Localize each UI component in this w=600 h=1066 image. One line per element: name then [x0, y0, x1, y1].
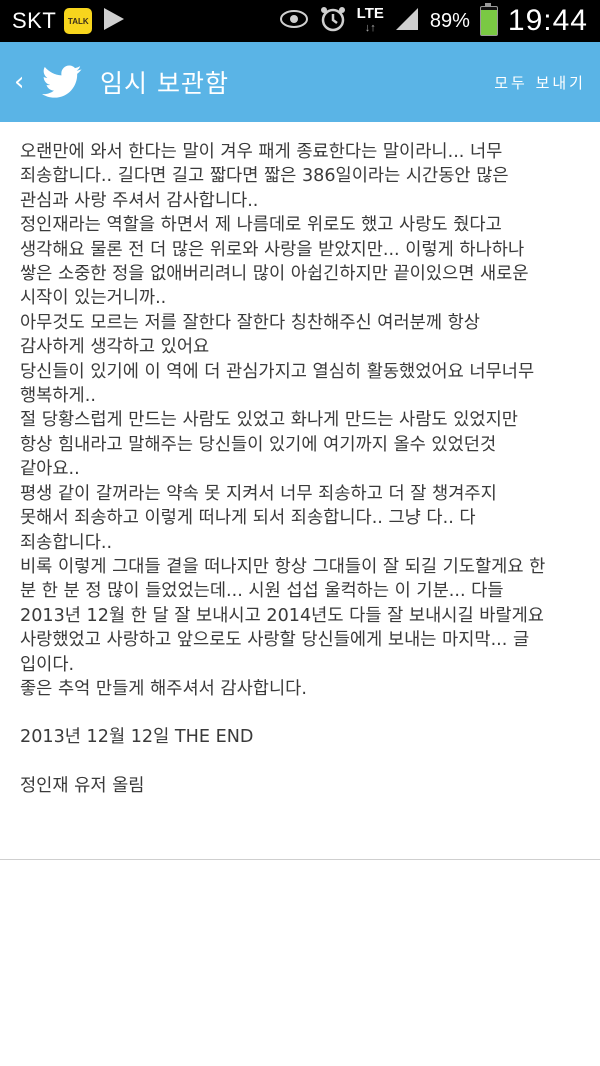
draft-message: 오랜만에 와서 한다는 말이 겨우 패게 종료한다는 말이라니... 너무죄송합… [0, 122, 600, 798]
message-line: 죄송합니다.. 길다면 길고 짧다면 짧은 386일이라는 시간동안 많은 [20, 166, 509, 187]
kakaotalk-icon: TALK [64, 8, 93, 34]
message-line: 생각해요 물론 전 더 많은 위로와 사랑을 받았지만... 이렇게 하나하나 [20, 239, 525, 260]
play-icon [100, 6, 126, 37]
divider [0, 859, 600, 860]
clock: 19:44 [507, 4, 588, 37]
message-line: 2013년 12월 한 달 잘 보내시고 2014년도 다들 잘 보내시길 바랄… [20, 605, 544, 626]
message-line: 분 한 분 정 많이 들었었는데... 시원 섭섭 울컥하는 이 기분... 다… [20, 581, 504, 602]
eye-icon [279, 8, 309, 35]
status-bar: SKT TALK LTE ↓↑ 89% 19:44 [0, 0, 600, 42]
message-line: 오랜만에 와서 한다는 말이 겨우 패게 종료한다는 말이라니... 너무 [20, 142, 503, 162]
back-icon[interactable]: ‹ [14, 67, 34, 97]
date-line: 2013년 12월 12일 THE END [20, 727, 254, 748]
message-line: 정인재라는 역할을 하면서 제 나름데로 위로도 했고 사랑도 줬다고 [20, 215, 502, 236]
signal-icon [394, 6, 420, 37]
message-line: 아무것도 모르는 저를 잘한다 잘한다 칭찬해주신 여러분께 항상 [20, 312, 480, 333]
message-line: 시작이 있는거니까.. [20, 288, 167, 309]
message-line: 관심과 사랑 주셔서 감사합니다.. [20, 190, 259, 211]
message-line: 입이다. [20, 654, 75, 675]
message-line: 좋은 추억 만들게 해주셔서 감사합니다. [20, 678, 307, 699]
message-line: 쌓은 소중한 정을 없애버리려니 많이 아쉽긴하지만 끝이있으면 새로운 [20, 264, 529, 285]
app-header: ‹ 임시 보관함 모두 보내기 [0, 42, 600, 122]
send-all-button[interactable]: 모두 보내기 [494, 72, 586, 93]
message-body: 오랜만에 와서 한다는 말이 겨우 패게 종료한다는 말이라니... 너무죄송합… [20, 140, 580, 701]
carrier-label: SKT [12, 8, 57, 33]
message-line: 감사하게 생각하고 있어요 [20, 337, 210, 358]
message-line: 사랑했었고 사랑하고 앞으로도 사랑할 당신들에게 보내는 마지막... 글 [20, 630, 530, 651]
message-line: 못해서 죄송하고 이렇게 떠나게 되서 죄송합니다.. 그냥 다.. 다 [20, 508, 476, 529]
signature: 정인재 유저 올림 [20, 775, 145, 796]
message-line: 죄송합니다.. [20, 532, 113, 553]
message-line: 비록 이렇게 그대들 곁을 떠나지만 항상 그대들이 잘 되길 기도할게요 한 [20, 556, 546, 577]
message-line: 행복하게.. [20, 386, 96, 407]
alarm-icon [319, 5, 347, 38]
battery-icon [479, 3, 498, 36]
message-line: 당신들이 있기에 이 역에 더 관심가지고 열심히 활동했었어요 너무너무 [20, 361, 535, 382]
battery-percent: 89% [429, 9, 470, 32]
page-title: 임시 보관함 [100, 69, 229, 98]
lte-indicator: LTE ↓↑ [356, 5, 384, 34]
message-line: 절 당황스럽게 만드는 사람도 있었고 화나게 만드는 사람도 있었지만 [20, 410, 518, 431]
message-line: 같아요.. [20, 459, 80, 480]
message-line: 평생 같이 갈꺼라는 약속 못 지켜서 너무 죄송하고 더 잘 챙겨주지 [20, 483, 497, 504]
twitter-bird-icon [42, 65, 82, 99]
message-line: 항상 힘내라고 말해주는 당신들이 있기에 여기까지 올수 있었던것 [20, 434, 497, 455]
